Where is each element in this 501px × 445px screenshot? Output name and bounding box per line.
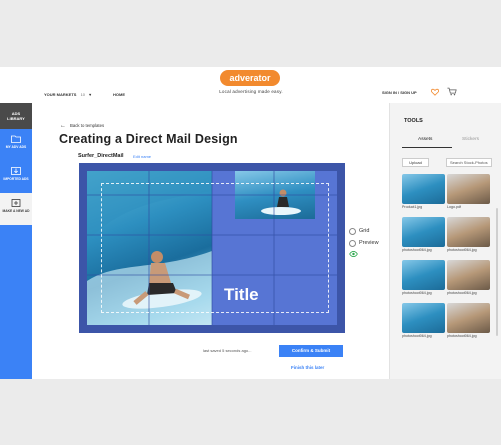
- canvas-photo: Title: [87, 171, 337, 325]
- folder-icon: [11, 135, 21, 143]
- asset-thumbnail[interactable]: Logo.pdf: [447, 174, 490, 212]
- page-title: Creating a Direct Mail Design: [59, 132, 238, 146]
- sidebar-item-label: MY ADV ADS: [5, 145, 27, 149]
- autosave-status: last saved 5 seconds ago...: [203, 348, 252, 353]
- ads-library-sidebar: ADS LIBRARY MY ADV ADS IMPORTED ADS MAKE…: [0, 103, 32, 379]
- markets-menu[interactable]: YOUR MARKETS 10 ▾: [44, 92, 91, 97]
- asset-thumbnail[interactable]: photoshoot064.jpg: [447, 260, 490, 298]
- chevron-down-icon: ▾: [89, 92, 92, 97]
- sidebar-item-my-ads[interactable]: MY ADV ADS: [0, 129, 32, 161]
- asset-filename: Product1.jpg: [402, 205, 423, 209]
- nav-home-link[interactable]: HOME: [113, 92, 125, 97]
- finish-later-link[interactable]: Finish this later: [291, 365, 324, 370]
- preview-radio[interactable]: [349, 239, 356, 247]
- app-window: adverator Local advertising made easy. Y…: [0, 67, 501, 379]
- asset-thumbnail[interactable]: photoshoot064.jpg: [402, 303, 445, 341]
- heart-icon[interactable]: [431, 88, 439, 96]
- asset-thumbnail[interactable]: photoshoot064.jpg: [447, 303, 490, 341]
- asset-filename: photoshoot064.jpg: [402, 291, 432, 295]
- asset-image: [402, 174, 445, 204]
- asset-filename: photoshoot064.jpg: [402, 248, 432, 252]
- active-tab-indicator: [402, 147, 452, 148]
- asset-image: [402, 260, 445, 290]
- sign-in-link[interactable]: SIGN IN / SIGN UP: [382, 90, 417, 95]
- asset-thumbnail[interactable]: photoshoot064.jpg: [447, 217, 490, 255]
- tools-tabs: Assets Stickers: [402, 137, 497, 149]
- asset-image: [447, 174, 490, 204]
- preview-label: Preview: [359, 240, 379, 246]
- asset-thumbnail[interactable]: Product1.jpg: [402, 174, 445, 212]
- edit-name-link[interactable]: Edit name: [133, 154, 151, 159]
- eye-icon[interactable]: [349, 251, 358, 257]
- tab-assets[interactable]: Assets: [418, 137, 432, 142]
- view-options: Grid Preview: [349, 225, 379, 249]
- sidebar-item-new-ad[interactable]: MAKE A NEW AD: [0, 193, 32, 225]
- sidebar-item-imported-ads[interactable]: IMPORTED ADS: [0, 161, 32, 193]
- canvas-title-text[interactable]: Title: [224, 285, 279, 305]
- markets-count: 10: [80, 92, 86, 97]
- markets-label: YOUR MARKETS: [44, 92, 77, 97]
- asset-filename: photoshoot064.jpg: [402, 334, 432, 338]
- logo[interactable]: adverator: [220, 70, 280, 86]
- grid-label: Grid: [359, 228, 370, 234]
- asset-thumbnail[interactable]: photoshoot064.jpg: [402, 217, 445, 255]
- asset-image: [402, 217, 445, 247]
- sidebar-header: ADS LIBRARY: [0, 103, 32, 129]
- arrow-left-icon: ←: [60, 123, 66, 129]
- preview-option[interactable]: Preview: [349, 237, 379, 249]
- asset-image: [447, 260, 490, 290]
- asset-image: [447, 303, 490, 333]
- design-canvas[interactable]: Title: [79, 163, 345, 333]
- sidebar-title-line2: LIBRARY: [7, 116, 25, 121]
- grid-option[interactable]: Grid: [349, 225, 379, 237]
- tools-title: TOOLS: [404, 118, 423, 124]
- asset-filename: photoshoot064.jpg: [447, 291, 477, 295]
- asset-filename: Logo.pdf: [447, 205, 461, 209]
- asset-thumbnail[interactable]: photoshoot064.jpg: [402, 260, 445, 298]
- top-nav: adverator Local advertising made easy. Y…: [0, 67, 501, 103]
- stock-photo-search[interactable]: Search Stock-Photos: [446, 158, 492, 167]
- back-to-templates-link[interactable]: ← Back to templates: [60, 123, 104, 129]
- assets-scrollbar[interactable]: [496, 208, 498, 336]
- sidebar-item-label: MAKE A NEW AD: [2, 209, 30, 213]
- back-label: Back to templates: [70, 123, 105, 128]
- asset-image: [402, 303, 445, 333]
- asset-filename: photoshoot064.jpg: [447, 248, 477, 252]
- confirm-submit-button[interactable]: Confirm & Submit: [279, 345, 343, 357]
- upload-button[interactable]: Upload: [402, 158, 429, 167]
- design-name: Surfer_DirectMail: [78, 153, 124, 159]
- safe-area-guide: [101, 183, 329, 313]
- sidebar-item-label: IMPORTED ADS: [3, 177, 29, 181]
- cart-icon[interactable]: [447, 87, 457, 96]
- tagline: Local advertising made easy.: [219, 89, 283, 94]
- tools-panel: TOOLS Assets Stickers Upload Search Stoc…: [389, 103, 501, 379]
- asset-filename: photoshoot064.jpg: [447, 334, 477, 338]
- new-ad-icon: [11, 199, 21, 207]
- import-icon: [11, 167, 21, 175]
- asset-image: [447, 217, 490, 247]
- tab-stickers[interactable]: Stickers: [462, 137, 479, 142]
- grid-radio[interactable]: [349, 227, 356, 235]
